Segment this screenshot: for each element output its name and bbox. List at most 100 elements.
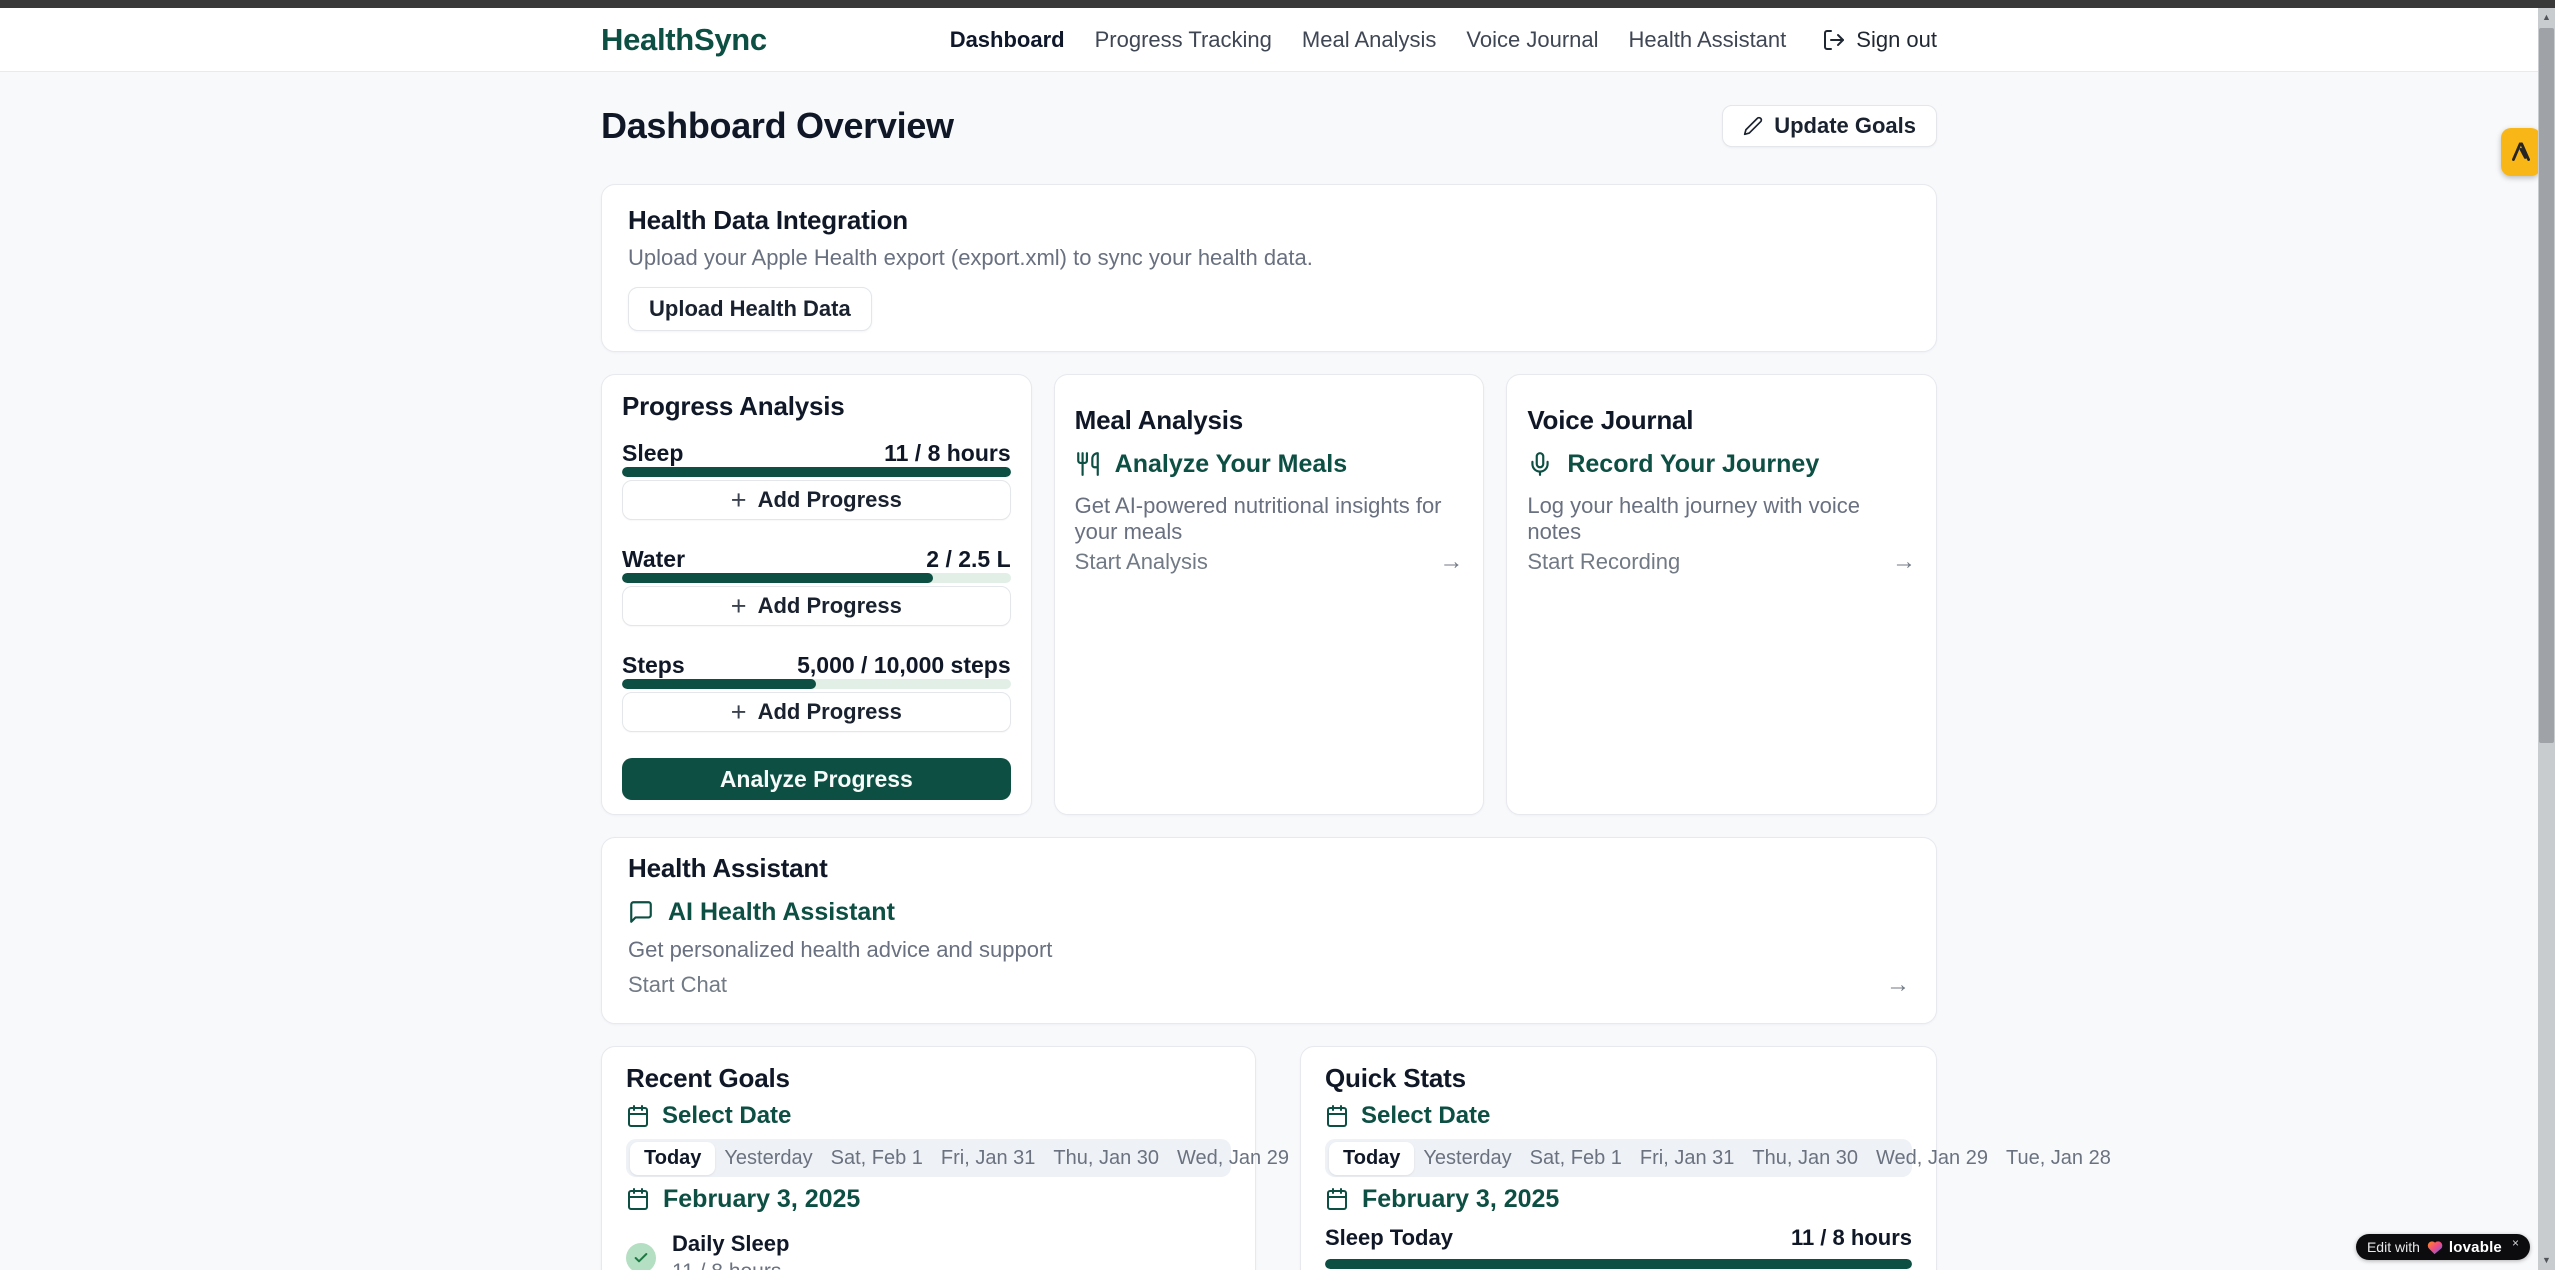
- bottom-row: Recent Goals Select Date Today Yesterday…: [601, 1046, 1937, 1270]
- recent-goals-title: Recent Goals: [626, 1063, 1231, 1093]
- nav-health-assistant[interactable]: Health Assistant: [1629, 27, 1787, 53]
- health-assistant-card: Health Assistant AI Health Assistant Get…: [601, 837, 1937, 1024]
- tab-sat-feb-1[interactable]: Sat, Feb 1: [1521, 1142, 1631, 1175]
- meal-analysis-description: Get AI-powered nutritional insights for …: [1075, 493, 1464, 545]
- feature-row: Progress Analysis Sleep 11 / 8 hours + A…: [601, 374, 1937, 815]
- metric-value: 11 / 8 hours: [884, 440, 1011, 466]
- arrow-right-icon: →: [1886, 972, 1910, 998]
- metric-steps: Steps 5,000 / 10,000 steps + Add Progres…: [622, 652, 1011, 732]
- tab-today[interactable]: Today: [630, 1142, 715, 1175]
- health-assistant-description: Get personalized health advice and suppo…: [628, 937, 1910, 963]
- tab-fri-jan-31[interactable]: Fri, Jan 31: [1631, 1142, 1743, 1175]
- tab-thu-jan-30[interactable]: Thu, Jan 30: [1743, 1142, 1867, 1175]
- meal-analysis-card: Meal Analysis Analyze Your Meals Get AI-…: [1054, 374, 1485, 815]
- arrow-right-icon: →: [1439, 549, 1463, 575]
- main-nav: Dashboard Progress Tracking Meal Analysi…: [950, 27, 1937, 53]
- goal-item-daily-sleep: Daily Sleep 11 / 8 hours: [626, 1231, 1231, 1270]
- nav-progress-tracking[interactable]: Progress Tracking: [1095, 27, 1272, 53]
- plus-icon: +: [731, 490, 747, 510]
- update-goals-button[interactable]: Update Goals: [1722, 105, 1937, 147]
- anthropic-logo-icon: [2508, 139, 2534, 165]
- assistant-launcher-button[interactable]: [2501, 128, 2541, 176]
- nav-meal-analysis[interactable]: Meal Analysis: [1302, 27, 1437, 53]
- tab-sat-feb-1[interactable]: Sat, Feb 1: [822, 1142, 932, 1175]
- main-content: Dashboard Overview Update Goals Health D…: [601, 104, 1937, 1270]
- app-logo: HealthSync: [601, 22, 767, 58]
- pencil-icon: [1743, 116, 1763, 136]
- browser-top-strip: [0, 0, 2555, 8]
- selected-date[interactable]: February 3, 2025: [626, 1185, 1231, 1213]
- sleep-today-progress-bar: [1325, 1259, 1912, 1269]
- app-header: HealthSync Dashboard Progress Tracking M…: [0, 8, 2555, 72]
- add-water-progress-button[interactable]: + Add Progress: [622, 586, 1011, 626]
- nav-dashboard[interactable]: Dashboard: [950, 27, 1065, 53]
- tab-wed-jan-29[interactable]: Wed, Jan 29: [1867, 1142, 1997, 1175]
- nav-voice-journal[interactable]: Voice Journal: [1466, 27, 1598, 53]
- progress-analysis-title: Progress Analysis: [622, 391, 1011, 421]
- start-chat-action[interactable]: Start Chat →: [628, 972, 1910, 998]
- voice-journal-description: Log your health journey with voice notes: [1527, 493, 1916, 545]
- tab-tue-jan-28[interactable]: Tue, Jan 28: [1997, 1142, 2120, 1175]
- badge-brand: lovable: [2449, 1239, 2502, 1256]
- select-date-button[interactable]: Select Date: [626, 1101, 1231, 1131]
- upload-health-data-button[interactable]: Upload Health Data: [628, 287, 872, 331]
- voice-journal-card: Voice Journal Record Your Journey Log yo…: [1506, 374, 1937, 815]
- badge-prefix: Edit with: [2367, 1239, 2420, 1255]
- tab-thu-jan-30[interactable]: Thu, Jan 30: [1044, 1142, 1168, 1175]
- plus-icon: +: [731, 702, 747, 722]
- gradient-heart-icon: [2426, 1239, 2443, 1255]
- date-tabs: Today Yesterday Sat, Feb 1 Fri, Jan 31 T…: [626, 1139, 1231, 1177]
- metric-value: 2 / 2.5 L: [926, 546, 1010, 572]
- health-assistant-title: Health Assistant: [628, 853, 1910, 883]
- tab-fri-jan-31[interactable]: Fri, Jan 31: [932, 1142, 1044, 1175]
- stat-value: 11 / 8 hours: [1791, 1225, 1912, 1251]
- ai-health-assistant-link[interactable]: AI Health Assistant: [628, 897, 1910, 927]
- analyze-your-meals-link[interactable]: Analyze Your Meals: [1075, 449, 1464, 479]
- add-sleep-progress-button[interactable]: + Add Progress: [622, 480, 1011, 520]
- scroll-down-arrow[interactable]: ▼: [2538, 1252, 2555, 1268]
- integration-description: Upload your Apple Health export (export.…: [628, 245, 1910, 271]
- analyze-progress-button[interactable]: Analyze Progress: [622, 758, 1011, 800]
- scrollbar-thumb[interactable]: [2539, 28, 2554, 743]
- progress-analysis-card: Progress Analysis Sleep 11 / 8 hours + A…: [601, 374, 1032, 815]
- sleep-progress-bar: [622, 467, 1011, 477]
- integration-title: Health Data Integration: [628, 205, 1910, 235]
- record-your-journey-link[interactable]: Record Your Journey: [1527, 449, 1916, 479]
- check-circle-icon: [626, 1243, 656, 1270]
- chat-bubble-icon: [628, 899, 654, 925]
- start-recording-action[interactable]: Start Recording →: [1527, 549, 1916, 575]
- utensils-icon: [1075, 451, 1101, 477]
- meal-analysis-title: Meal Analysis: [1075, 405, 1464, 435]
- tab-yesterday[interactable]: Yesterday: [1414, 1142, 1520, 1175]
- date-tabs: Today Yesterday Sat, Feb 1 Fri, Jan 31 T…: [1325, 1139, 1912, 1177]
- health-data-integration-card: Health Data Integration Upload your Appl…: [601, 184, 1937, 352]
- log-out-icon: [1822, 28, 1846, 52]
- metric-label: Sleep: [622, 440, 683, 466]
- microphone-icon: [1527, 451, 1553, 477]
- calendar-icon: [1325, 1104, 1349, 1128]
- calendar-icon: [626, 1187, 650, 1211]
- edit-with-lovable-badge[interactable]: Edit with lovable ×: [2356, 1234, 2530, 1260]
- metric-value: 5,000 / 10,000 steps: [797, 652, 1011, 678]
- tab-today[interactable]: Today: [1329, 1142, 1414, 1175]
- plus-icon: +: [731, 596, 747, 616]
- add-steps-progress-button[interactable]: + Add Progress: [622, 692, 1011, 732]
- tab-yesterday[interactable]: Yesterday: [715, 1142, 821, 1175]
- goal-name: Daily Sleep: [672, 1231, 789, 1257]
- sign-out-button[interactable]: Sign out: [1822, 27, 1937, 53]
- metric-water: Water 2 / 2.5 L + Add Progress: [622, 546, 1011, 626]
- sign-out-label: Sign out: [1856, 27, 1937, 53]
- start-analysis-action[interactable]: Start Analysis →: [1075, 549, 1464, 575]
- selected-date[interactable]: February 3, 2025: [1325, 1185, 1912, 1213]
- quick-stats-card: Quick Stats Select Date Today Yesterday …: [1300, 1046, 1937, 1270]
- scroll-up-arrow[interactable]: ▲: [2538, 9, 2555, 25]
- tab-wed-jan-29[interactable]: Wed, Jan 29: [1168, 1142, 1298, 1175]
- page-scrollbar[interactable]: ▲ ▼: [2538, 0, 2555, 1270]
- calendar-icon: [1325, 1187, 1349, 1211]
- calendar-icon: [626, 1104, 650, 1128]
- badge-close-icon[interactable]: ×: [2512, 1236, 2519, 1250]
- select-date-button[interactable]: Select Date: [1325, 1101, 1912, 1131]
- scrollbar-top-strip: [2538, 0, 2555, 8]
- page-title: Dashboard Overview: [601, 105, 954, 147]
- quick-stats-title: Quick Stats: [1325, 1063, 1912, 1093]
